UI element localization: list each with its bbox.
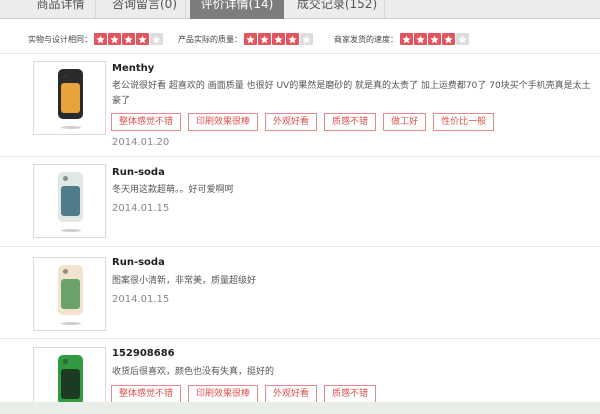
review-username: Run-soda (112, 257, 165, 268)
review-tag: 质感不错 (324, 385, 377, 403)
phone-case-image (58, 69, 83, 119)
rating-shipping-speed: 商家发货的速度： (334, 32, 470, 46)
star-empty-icon (150, 33, 163, 45)
rating-label: 产品实际的质量： (178, 34, 242, 44)
review-tag: 外观好看 (265, 113, 318, 131)
review-text: 老公说很好看 超喜欢的 画面质量 也很好 UV的果然是磨砂的 就是真的太贵了 加… (112, 81, 591, 106)
star-filled-icon (244, 33, 257, 45)
star-filled-icon (414, 33, 427, 45)
review-date: 2014.01.15 (112, 203, 170, 214)
rating-quality: 产品实际的质量： (178, 32, 314, 46)
review-tags: 整体感觉不错 印刷效果很棒 外观好看 质感不错 (111, 385, 377, 403)
review-username: Menthy (112, 63, 155, 74)
star-rating (400, 33, 470, 45)
review-item: Run-soda 冬天用这款超萌。。好可爱啊呵 2014.01.15 (0, 157, 600, 247)
star-filled-icon (286, 33, 299, 45)
phone-case-image (58, 172, 83, 222)
case-shadow (61, 322, 81, 325)
review-username: Run-soda (112, 167, 165, 178)
review-tag: 整体感觉不错 (111, 113, 182, 131)
tab-consultation[interactable]: 咨询留言(0) (104, 0, 186, 19)
review-text: 图案很小清新，非常美，质量超级好 (112, 276, 257, 286)
review-text: 收货后很喜欢，颜色也没有失真，挺好的 (112, 367, 275, 377)
review-date: 2014.01.15 (112, 294, 170, 305)
case-shadow (61, 229, 81, 232)
star-filled-icon (258, 33, 271, 45)
review-item: Menthy 老公说很好看 超喜欢的 画面质量 也很好 UV的果然是磨砂的 就是… (0, 55, 600, 157)
review-item: 152908686 收货后很喜欢，颜色也没有失真，挺好的 整体感觉不错 印刷效果很… (0, 339, 600, 414)
rating-label: 商家发货的速度： (334, 34, 398, 44)
star-rating (94, 33, 164, 45)
star-filled-icon (272, 33, 285, 45)
rating-design-match: 实物与设计相同： (28, 32, 164, 46)
star-rating (244, 33, 314, 45)
review-text: 冬天用这款超萌。。好可爱啊呵 (112, 185, 234, 195)
star-filled-icon (136, 33, 149, 45)
review-tag: 印刷效果很棒 (188, 385, 259, 403)
review-date: 2014.01.20 (112, 137, 170, 148)
phone-case-image (58, 355, 83, 405)
star-empty-icon (300, 33, 313, 45)
review-tag: 印刷效果很棒 (188, 113, 259, 131)
review-item: Run-soda 图案很小清新，非常美，质量超级好 2014.01.15 (0, 247, 600, 339)
review-username: 152908686 (112, 348, 175, 359)
tab-reviews[interactable]: 评价详情(14) (190, 0, 284, 19)
review-tag: 整体感觉不错 (111, 385, 182, 403)
tab-product-details[interactable]: 商品详情 (26, 0, 96, 19)
rating-label: 实物与设计相同： (28, 34, 92, 44)
product-thumbnail[interactable] (33, 257, 106, 331)
case-shadow (61, 126, 81, 129)
tab-transactions[interactable]: 成交记录(152) (290, 0, 385, 19)
phone-case-image (58, 265, 83, 315)
review-tag: 做工好 (383, 113, 427, 131)
star-filled-icon (400, 33, 413, 45)
review-tags: 整体感觉不错 印刷效果很棒 外观好看 质感不错 做工好 性价比一般 (111, 113, 495, 131)
tab-bar: 商品详情 咨询留言(0) 评价详情(14) 成交记录(152) (0, 0, 600, 19)
ratings-summary: 实物与设计相同： 产品实际的质量： 商家发货的速度： (0, 24, 600, 54)
review-tag: 外观好看 (265, 385, 318, 403)
star-filled-icon (108, 33, 121, 45)
review-tag: 质感不错 (324, 113, 377, 131)
bottom-strip (0, 402, 600, 414)
product-thumbnail[interactable] (33, 61, 106, 135)
review-tag: 性价比一般 (433, 113, 495, 131)
star-filled-icon (442, 33, 455, 45)
star-filled-icon (428, 33, 441, 45)
star-filled-icon (122, 33, 135, 45)
product-thumbnail[interactable] (33, 164, 106, 238)
star-empty-icon (456, 33, 469, 45)
star-filled-icon (94, 33, 107, 45)
